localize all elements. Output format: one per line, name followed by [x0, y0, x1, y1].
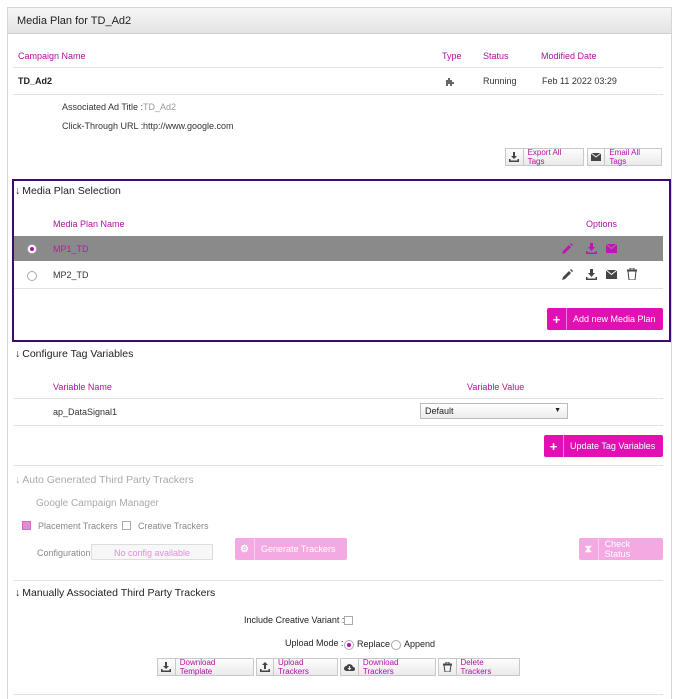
variable-value-select[interactable]: Default ▼	[420, 403, 568, 419]
pencil-icon[interactable]	[562, 269, 573, 280]
campaign-name: TD_Ad2	[18, 76, 53, 86]
media-plan-radio-1[interactable]	[27, 244, 37, 254]
auto-trackers-section-header[interactable]: ↓ Auto Generated Third Party Trackers	[15, 474, 194, 486]
col-campaign-name: Campaign Name	[18, 51, 86, 61]
upload-trackers-button[interactable]: Upload Trackers	[256, 658, 338, 676]
variable-name: ap_DataSignal1	[53, 407, 118, 417]
manual-trackers-section-title: Manually Associated Third Party Trackers	[22, 587, 216, 599]
download-icon	[506, 149, 524, 165]
tag-vars-section-title: Configure Tag Variables	[22, 348, 134, 360]
divider	[14, 694, 663, 695]
divider	[14, 425, 663, 426]
generate-trackers-button[interactable]: ⚙ Generate Trackers	[235, 538, 347, 560]
envelope-icon[interactable]	[606, 270, 617, 279]
add-media-plan-label: Add new Media Plan	[573, 314, 656, 324]
include-creative-variant-checkbox[interactable]	[344, 616, 353, 625]
divider	[14, 288, 663, 289]
delete-trackers-button[interactable]: Delete Trackers	[438, 658, 520, 676]
col-type: Type	[442, 51, 462, 61]
export-all-tags-button[interactable]: Export All Tags	[505, 148, 584, 166]
col-media-plan-name: Media Plan Name	[53, 219, 125, 229]
download-icon[interactable]	[586, 269, 597, 280]
cloud-download-icon	[341, 659, 359, 675]
divider	[14, 465, 663, 466]
campaign-status: Running	[483, 76, 517, 86]
hourglass-icon: ⧗	[579, 538, 599, 560]
col-options: Options	[586, 219, 618, 229]
media-plan-name-1: MP1_TD	[53, 244, 89, 254]
add-media-plan-button[interactable]: + Add new Media Plan	[547, 308, 663, 330]
download-icon	[158, 659, 176, 675]
caret-down-icon: ▼	[554, 407, 561, 414]
append-radio[interactable]	[391, 640, 401, 650]
click-through-label: Click-Through URL :	[62, 121, 144, 131]
creative-trackers-checkbox[interactable]	[122, 521, 131, 530]
download-icon[interactable]	[586, 243, 597, 254]
click-through-value: http://www.google.com	[143, 121, 234, 131]
update-tag-variables-label: Update Tag Variables	[570, 441, 656, 451]
plus-icon: +	[544, 435, 564, 457]
media-plan-radio-2[interactable]	[27, 271, 37, 281]
trash-icon	[439, 659, 457, 675]
arrow-down-icon: ↓	[15, 185, 21, 197]
append-label: Append	[404, 639, 436, 649]
check-status-label: Check Status	[604, 539, 631, 559]
include-creative-variant-label: Include Creative Variant :	[244, 615, 345, 625]
divider	[13, 94, 663, 95]
placement-trackers-label: Placement Trackers	[38, 521, 118, 531]
update-tag-variables-button[interactable]: + Update Tag Variables	[544, 435, 663, 457]
media-plan-section-header[interactable]: ↓ Media Plan Selection	[15, 185, 121, 197]
pencil-icon[interactable]	[562, 243, 573, 254]
delete-trackers-label: Delete Trackers	[460, 658, 492, 676]
upload-mode-label: Upload Mode :	[285, 638, 344, 648]
download-template-label: Download Template	[179, 658, 216, 676]
auto-trackers-subtitle: Google Campaign Manager	[36, 498, 159, 509]
auto-trackers-section-title: Auto Generated Third Party Trackers	[22, 474, 194, 486]
col-modified-date: Modified Date	[541, 51, 597, 61]
download-trackers-label: Download Trackers	[362, 658, 399, 676]
tag-vars-section-header[interactable]: ↓ Configure Tag Variables	[15, 348, 133, 360]
manual-trackers-section-header[interactable]: ↓ Manually Associated Third Party Tracker…	[15, 587, 215, 599]
divider	[14, 580, 663, 581]
export-all-tags-label: Export All Tags	[527, 148, 562, 166]
puzzle-icon	[444, 75, 456, 87]
plus-icon: +	[547, 308, 567, 330]
download-trackers-button[interactable]: Download Trackers	[340, 658, 436, 676]
email-all-tags-button[interactable]: Email All Tags	[587, 148, 662, 166]
email-all-tags-label: Email All Tags	[609, 148, 641, 166]
check-status-button[interactable]: ⧗ Check Status	[579, 538, 663, 560]
col-status: Status	[483, 51, 509, 61]
replace-label: Replace	[357, 639, 391, 649]
upload-trackers-label: Upload Trackers	[278, 658, 309, 676]
ad-title-label: Associated Ad Title :	[62, 102, 144, 112]
divider	[14, 398, 663, 399]
arrow-down-icon: ↓	[15, 348, 21, 360]
creative-trackers-label: Creative Trackers	[138, 521, 209, 531]
gear-icon: ⚙	[235, 538, 255, 560]
replace-radio[interactable]	[344, 640, 354, 650]
envelope-icon	[588, 149, 606, 165]
col-variable-name: Variable Name	[53, 382, 112, 392]
col-variable-value: Variable Value	[467, 382, 525, 392]
ad-title-value: TD_Ad2	[143, 102, 177, 112]
trash-icon[interactable]	[627, 268, 637, 280]
download-template-button[interactable]: Download Template	[157, 658, 254, 676]
panel-title: Media Plan for TD_Ad2	[8, 8, 671, 34]
media-plan-name-2: MP2_TD	[53, 270, 89, 280]
arrow-down-icon: ↓	[15, 474, 21, 486]
generate-trackers-label: Generate Trackers	[261, 544, 336, 554]
media-plan-section-title: Media Plan Selection	[22, 185, 121, 197]
upload-icon	[257, 659, 275, 675]
envelope-icon[interactable]	[606, 244, 617, 253]
configuration-label: Configuration	[37, 548, 91, 558]
placement-trackers-checkbox[interactable]	[22, 521, 31, 530]
configuration-field[interactable]: No config available	[91, 544, 213, 560]
campaign-modified: Feb 11 2022 03:29	[542, 76, 617, 86]
variable-value-selected: Default	[425, 406, 454, 416]
arrow-down-icon: ↓	[15, 587, 21, 599]
divider	[13, 67, 663, 68]
